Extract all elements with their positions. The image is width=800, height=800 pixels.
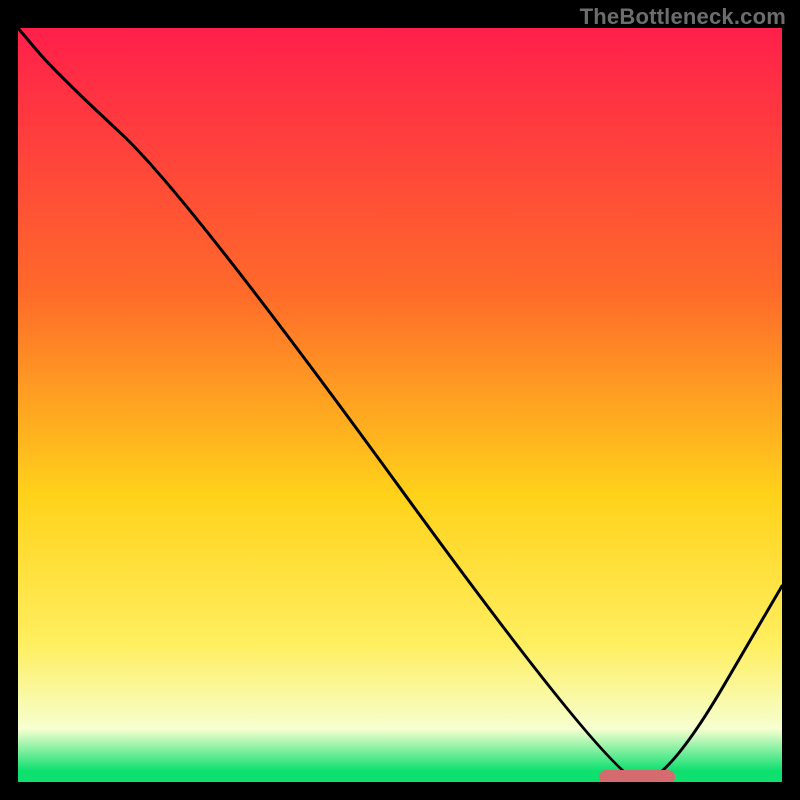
bottleneck-curve: [18, 28, 782, 782]
chart-frame: TheBottleneck.com: [0, 0, 800, 800]
watermark: TheBottleneck.com: [580, 4, 786, 30]
plot-area: [18, 28, 782, 782]
optimal-marker: [599, 770, 675, 782]
